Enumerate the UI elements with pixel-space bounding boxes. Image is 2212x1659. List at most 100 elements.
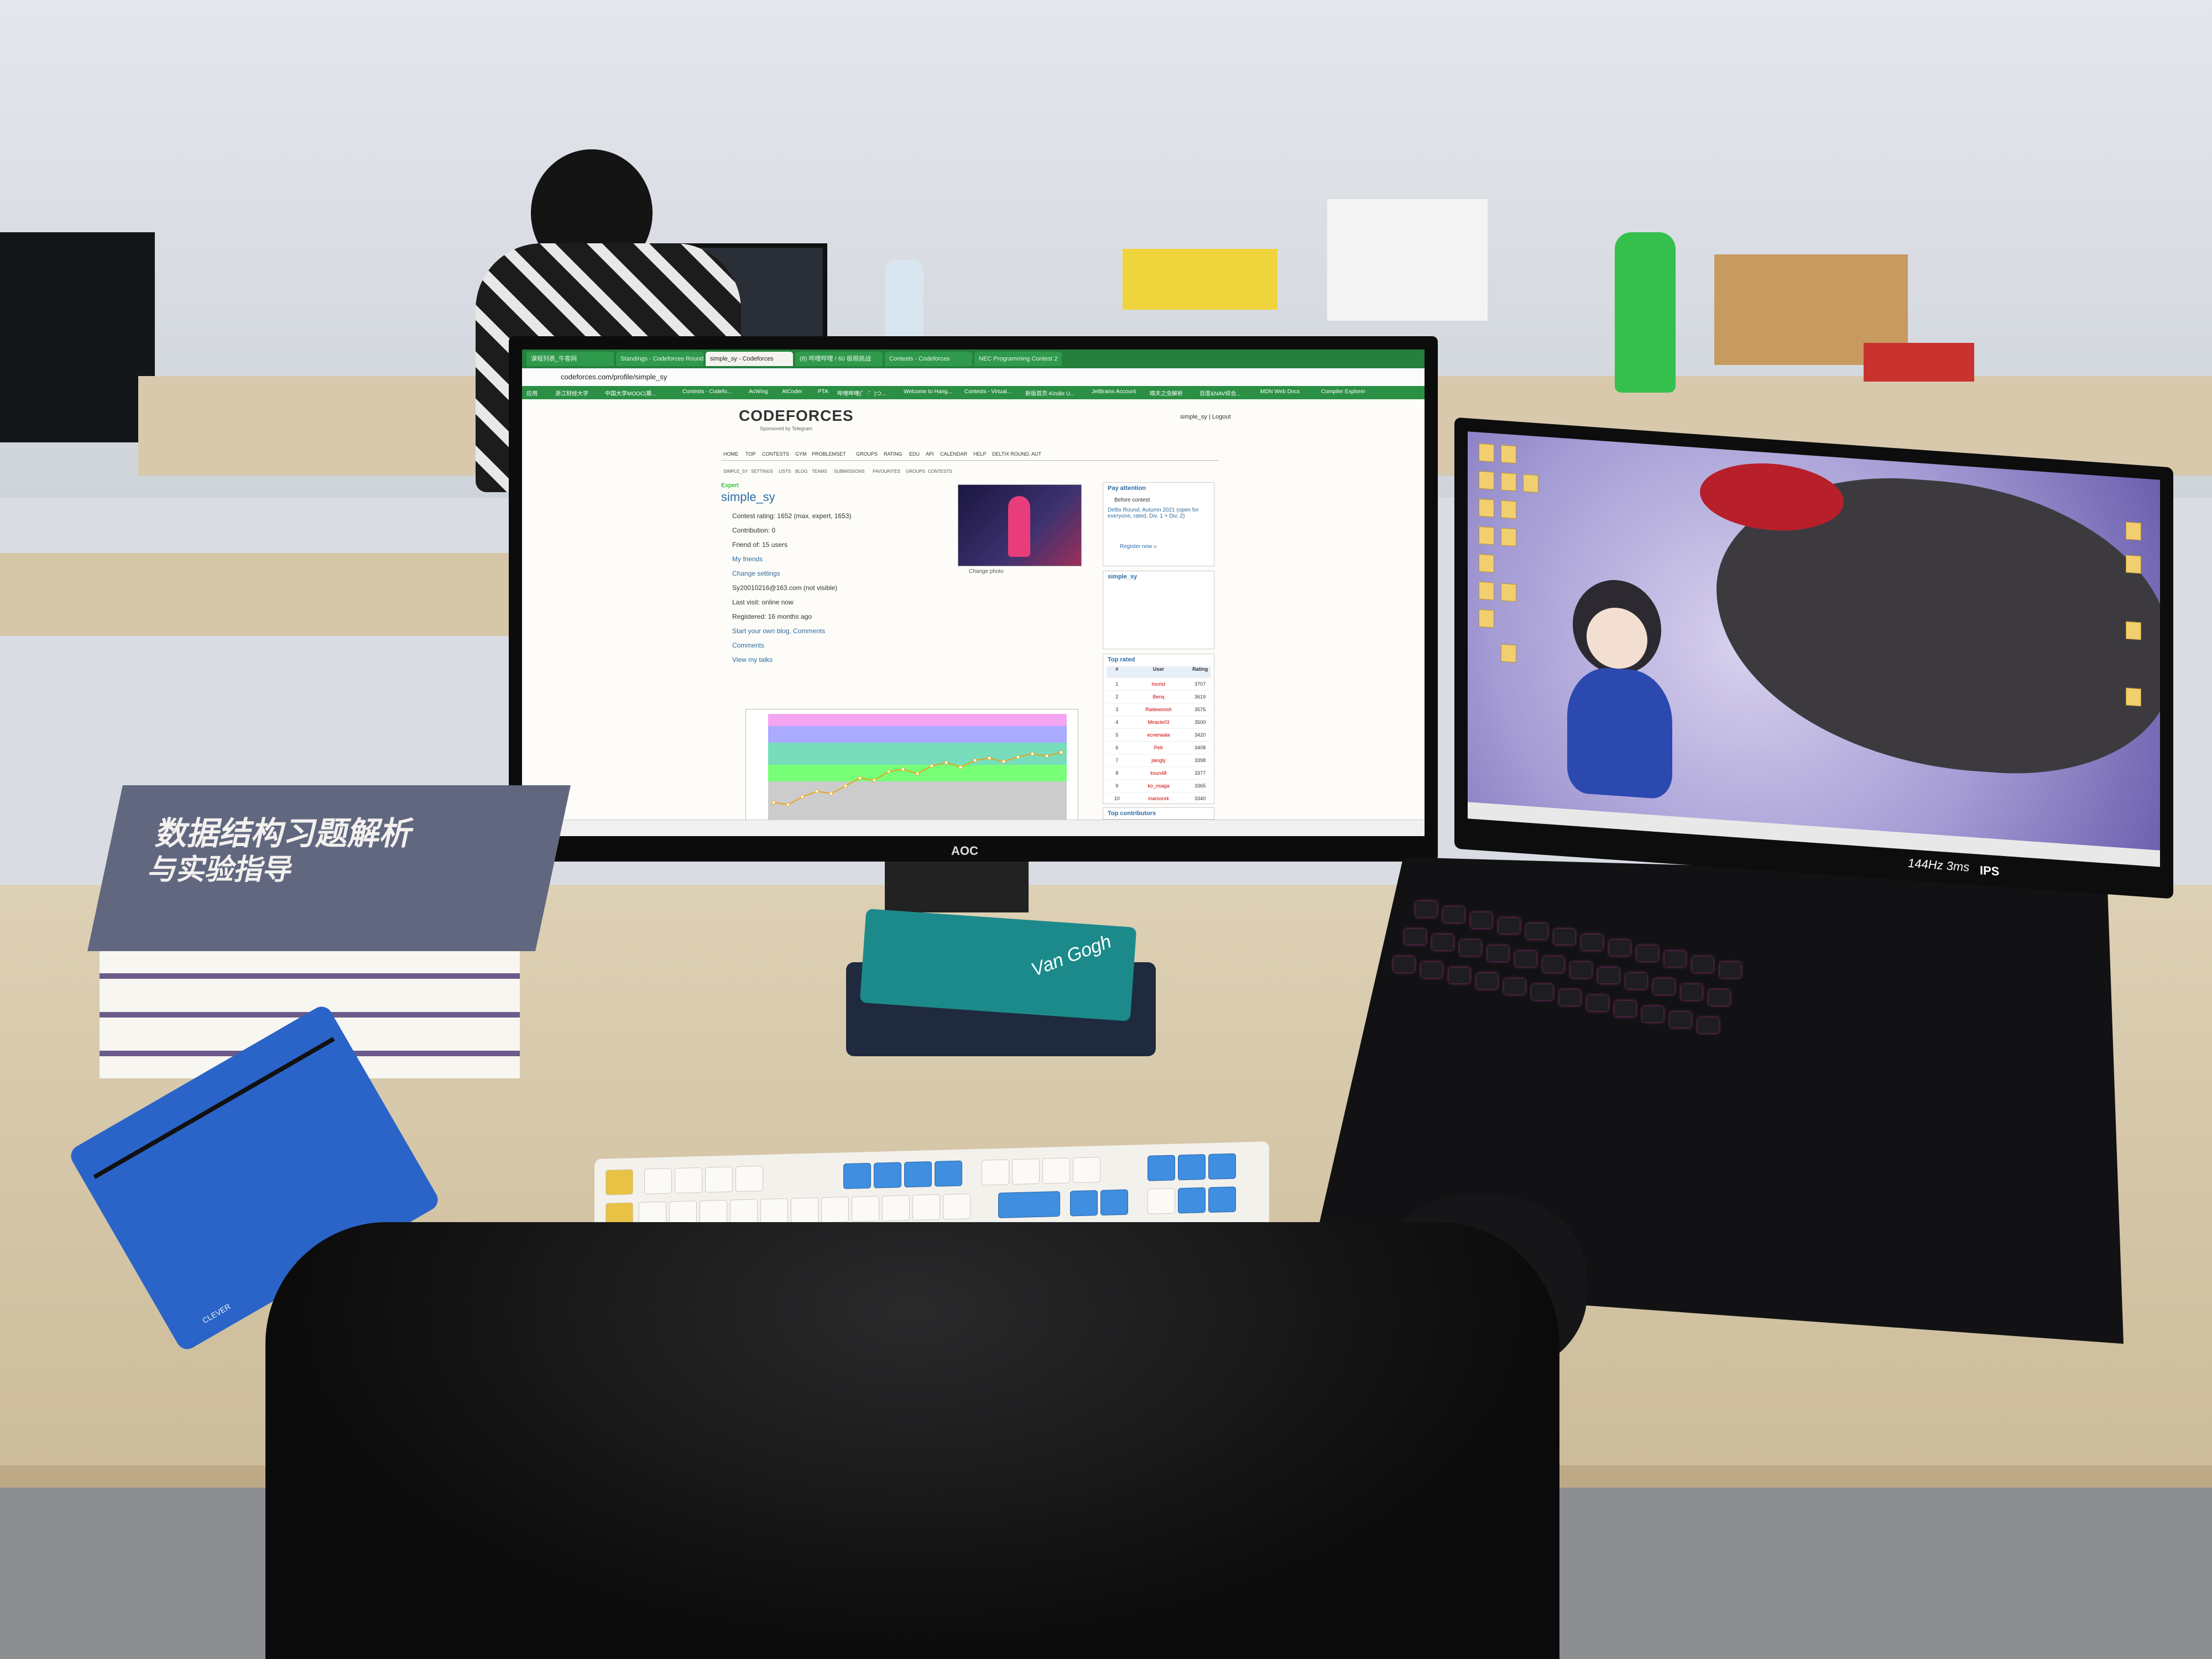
top-rated-user-link[interactable]: jiangly	[1128, 754, 1190, 766]
desktop-folder-icon[interactable]	[2126, 555, 2141, 574]
top-rated-user-link[interactable]: Petr	[1128, 742, 1190, 754]
subnav-item[interactable]: SUBMISSIONS	[834, 469, 865, 474]
keyboard-key[interactable]	[1178, 1187, 1206, 1214]
keyboard-key[interactable]	[904, 1161, 932, 1188]
laptop-key[interactable]	[1698, 1018, 1719, 1033]
change-settings-link[interactable]: Change settings	[732, 570, 780, 577]
bookmark[interactable]: JetBrains Account	[1092, 389, 1136, 395]
laptop-key[interactable]	[1432, 935, 1453, 950]
nav-home[interactable]: HOME	[723, 451, 738, 457]
nav-problemset[interactable]: PROBLEMSET	[812, 451, 846, 457]
laptop-key[interactable]	[1665, 951, 1686, 967]
nav-calendar[interactable]: CALENDAR	[940, 451, 967, 457]
laptop-key[interactable]	[1477, 973, 1498, 989]
desktop-folder-icon[interactable]	[1479, 554, 1494, 573]
desktop-folder-icon[interactable]	[2126, 521, 2141, 541]
desktop-folder-icon[interactable]	[1479, 498, 1494, 518]
tab-4[interactable]: Contests - Codeforces	[885, 352, 972, 366]
keyboard-key[interactable]	[705, 1166, 733, 1193]
my-friends-link[interactable]: My friends	[732, 555, 763, 563]
keyboard-key[interactable]	[1070, 1190, 1098, 1217]
codeforces-logo[interactable]: CODEFORCES	[739, 407, 854, 425]
comments-link[interactable]: Comments	[732, 641, 764, 649]
bookmark[interactable]: 新版首页-Kindle U...	[1025, 389, 1074, 397]
laptop-key[interactable]	[1543, 957, 1564, 972]
keyboard-key[interactable]	[606, 1169, 633, 1196]
subnav-item[interactable]: TEAMS	[812, 469, 827, 474]
laptop-key[interactable]	[1571, 962, 1592, 978]
desktop-folder-icon[interactable]	[1479, 526, 1494, 545]
keyboard-key[interactable]	[735, 1165, 763, 1192]
laptop-key[interactable]	[1488, 946, 1509, 961]
laptop-key[interactable]	[1405, 929, 1426, 945]
desktop-folder-icon[interactable]	[1479, 581, 1494, 601]
laptop-key[interactable]	[1609, 940, 1630, 956]
desktop-folder-icon[interactable]	[2126, 621, 2141, 640]
keyboard-key[interactable]	[1073, 1157, 1100, 1183]
desktop-folder-icon[interactable]	[1479, 609, 1494, 628]
top-rated-user-link[interactable]: maroonrk	[1128, 792, 1190, 805]
laptop-key[interactable]	[1559, 990, 1580, 1005]
subnav-item[interactable]: SIMPLE_SY	[723, 469, 748, 474]
user-handle[interactable]: simple_sy	[721, 490, 775, 504]
desktop-folder-icon[interactable]	[1501, 472, 1516, 492]
laptop-key[interactable]	[1394, 957, 1415, 972]
laptop-key[interactable]	[1449, 968, 1470, 983]
keyboard-key[interactable]	[1147, 1155, 1175, 1181]
tab-1[interactable]: Standings - Codeforces Round	[616, 352, 703, 366]
keyboard-key[interactable]	[644, 1168, 672, 1194]
keyboard-key[interactable]	[1208, 1186, 1236, 1213]
laptop-key[interactable]	[1526, 924, 1547, 939]
laptop-key[interactable]	[1471, 912, 1492, 928]
subnav-item[interactable]: LISTS	[779, 469, 791, 474]
nav-groups[interactable]: GROUPS	[856, 451, 878, 457]
laptop-key[interactable]	[1709, 990, 1730, 1005]
bookmark[interactable]: AcWing	[749, 389, 768, 395]
laptop-key[interactable]	[1515, 951, 1536, 967]
keyboard-key[interactable]	[935, 1160, 962, 1187]
laptop-key[interactable]	[1670, 1012, 1691, 1027]
nav-help[interactable]: HELP	[973, 451, 987, 457]
laptop-key[interactable]	[1582, 935, 1603, 950]
laptop-key[interactable]	[1692, 957, 1713, 972]
user-logout-link[interactable]: simple_sy | Logout	[1180, 414, 1231, 420]
desktop-folder-icon[interactable]	[1479, 443, 1494, 462]
keyboard-key[interactable]	[1012, 1158, 1040, 1185]
laptop-key[interactable]	[1554, 929, 1575, 945]
nav-deltix[interactable]: DELTIX ROUND, AUT	[992, 451, 1041, 457]
bookmark[interactable]: 百度&NAV综合...	[1199, 389, 1241, 397]
bookmark[interactable]: 中国大学MOOC(慕...	[605, 389, 656, 397]
nav-edu[interactable]: EDU	[909, 451, 920, 457]
laptop-key[interactable]	[1587, 995, 1608, 1011]
laptop-key[interactable]	[1653, 979, 1674, 994]
keyboard-key[interactable]	[912, 1194, 940, 1220]
laptop-key[interactable]	[1504, 979, 1525, 994]
keyboard-key[interactable]	[843, 1162, 871, 1190]
keyboard-key[interactable]	[998, 1191, 1060, 1218]
nav-contests[interactable]: CONTESTS	[762, 451, 789, 457]
keyboard-key[interactable]	[791, 1197, 818, 1224]
keyboard-key[interactable]	[760, 1198, 788, 1225]
laptop-key[interactable]	[1720, 962, 1741, 978]
bookmark[interactable]: PTA	[818, 389, 828, 395]
laptop-key[interactable]	[1499, 918, 1520, 933]
change-photo-link[interactable]: Change photo	[969, 568, 1004, 575]
desktop-folder-icon[interactable]	[2126, 687, 2141, 707]
top-rated-user-link[interactable]: ko_osaga	[1128, 780, 1190, 792]
laptop-key[interactable]	[1416, 901, 1437, 917]
tab-2[interactable]: simple_sy - Codeforces	[706, 352, 793, 366]
top-rated-user-link[interactable]: tourist	[1128, 678, 1190, 690]
keyboard-key[interactable]	[1208, 1153, 1236, 1180]
keyboard-key[interactable]	[1042, 1157, 1070, 1184]
keyboard-key[interactable]	[730, 1199, 758, 1225]
keyboard-key[interactable]	[821, 1196, 849, 1223]
nav-top[interactable]: TOP	[745, 451, 755, 457]
keyboard-key[interactable]	[675, 1167, 702, 1194]
nav-rating[interactable]: RATING	[884, 451, 902, 457]
bookmark[interactable]: 晴天之虫解析	[1150, 389, 1183, 397]
keyboard-key[interactable]	[1100, 1189, 1128, 1216]
tab-5[interactable]: NEC Programming Contest 2	[974, 352, 1062, 366]
subnav-item[interactable]: BLOG	[795, 469, 807, 474]
subnav-item[interactable]: CONTESTS	[928, 469, 952, 474]
laptop-key[interactable]	[1615, 1001, 1636, 1016]
